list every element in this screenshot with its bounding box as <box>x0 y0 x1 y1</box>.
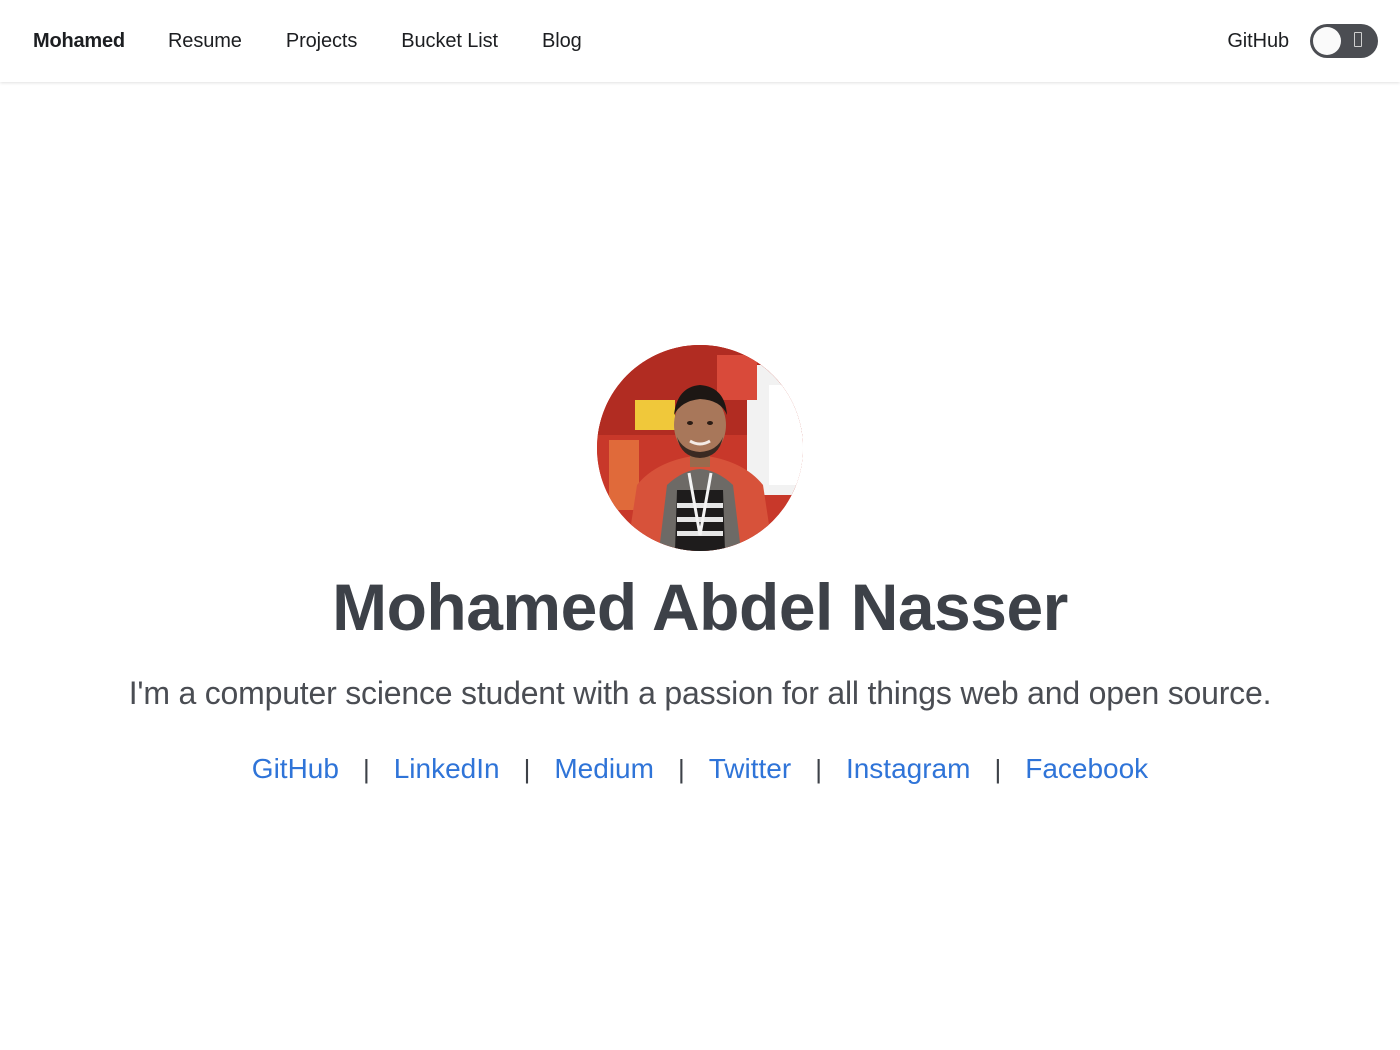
hero-section: Mohamed Abdel Nasser I'm a computer scie… <box>0 345 1400 787</box>
tagline: I'm a computer science student with a pa… <box>128 675 1272 711</box>
separator: | <box>362 754 370 784</box>
social-links: GitHub | LinkedIn | Medium | Twitter | I… <box>252 751 1148 787</box>
separator: | <box>815 754 822 784</box>
theme-toggle[interactable] <box>1310 24 1378 58</box>
page-title: Mohamed Abdel Nasser <box>332 570 1068 644</box>
social-link-twitter[interactable]: Twitter <box>709 751 791 787</box>
social-link-instagram[interactable]: Instagram <box>846 751 971 787</box>
social-link-medium[interactable]: Medium <box>554 751 654 787</box>
separator: | <box>994 754 1002 784</box>
moon-icon <box>1354 32 1362 47</box>
nav-link-blog[interactable]: Blog <box>542 30 582 53</box>
separator: | <box>523 754 531 784</box>
nav-link-bucket-list[interactable]: Bucket List <box>401 30 498 53</box>
avatar <box>597 345 803 551</box>
nav-link-github[interactable]: GitHub <box>1227 30 1289 53</box>
brand-link[interactable]: Mohamed <box>33 30 125 53</box>
nav-right-group: GitHub <box>1227 0 1378 82</box>
toggle-knob <box>1313 27 1341 55</box>
nav-link-resume[interactable]: Resume <box>168 30 242 53</box>
separator: | <box>677 754 685 784</box>
top-navbar: Mohamed Resume Projects Bucket List Blog… <box>0 0 1400 82</box>
nav-left-group: Mohamed Resume Projects Bucket List Blog <box>0 30 626 53</box>
social-link-linkedin[interactable]: LinkedIn <box>394 751 500 787</box>
social-link-github[interactable]: GitHub <box>252 751 339 787</box>
avatar-photo <box>597 345 803 551</box>
social-link-facebook[interactable]: Facebook <box>1025 751 1148 787</box>
nav-link-projects[interactable]: Projects <box>286 30 358 53</box>
